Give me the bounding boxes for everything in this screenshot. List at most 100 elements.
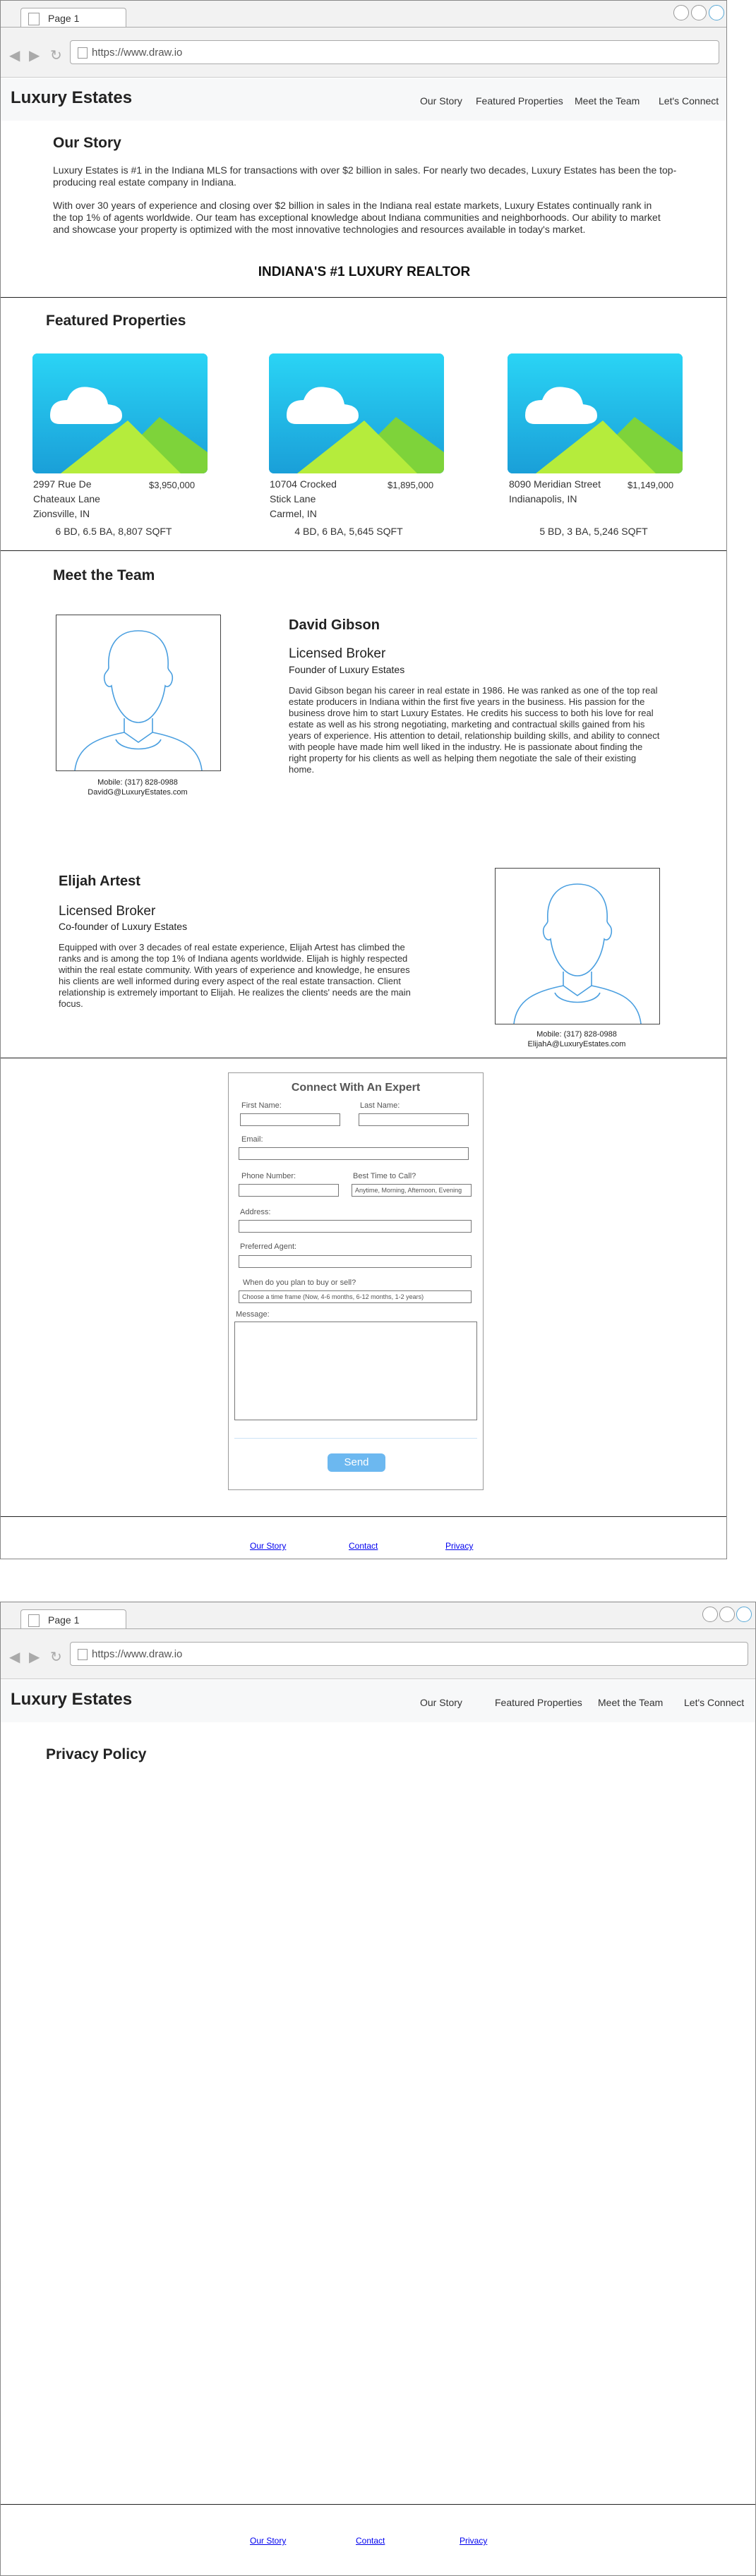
footer-link-contact[interactable]: Contact (349, 1541, 378, 1551)
site-logo[interactable]: Luxury Estates (11, 1690, 132, 1710)
url-text: https://www.draw.io (92, 1648, 183, 1660)
preferred-agent-input[interactable] (239, 1255, 472, 1268)
nav-featured-properties[interactable]: Featured Properties (495, 1697, 582, 1708)
image-placeholder-icon (269, 353, 444, 473)
member-1-mobile: Mobile: (317) 828-0988 (97, 778, 178, 787)
member-2-position: Co-founder of Luxury Estates (59, 921, 188, 932)
nav-lets-connect[interactable]: Let's Connect (659, 95, 719, 107)
minimize-icon[interactable] (702, 1607, 718, 1622)
property-3-price: $1,149,000 (628, 480, 674, 490)
close-icon[interactable] (736, 1607, 752, 1622)
send-button[interactable]: Send (328, 1453, 385, 1472)
featured-properties-title: Featured Properties (46, 313, 186, 329)
property-photo-3[interactable] (508, 353, 683, 473)
form-title: Connect With An Expert (291, 1082, 421, 1094)
refresh-icon[interactable]: ↻ (50, 47, 62, 64)
property-3-address-line2: Indianapolis, IN (509, 493, 577, 504)
email-input[interactable] (239, 1147, 469, 1160)
property-2-city: Carmel, IN (270, 508, 317, 519)
section-divider (1, 2504, 755, 2505)
last-name-label: Last Name: (360, 1101, 400, 1110)
close-icon[interactable] (709, 5, 724, 20)
page-icon (28, 13, 40, 25)
address-input[interactable] (239, 1220, 472, 1233)
member-2-name: Elijah Artest (59, 873, 140, 889)
phone-input[interactable] (239, 1184, 339, 1197)
member-2-mobile: Mobile: (317) 828-0988 (536, 1030, 617, 1039)
tab-strip-line (1, 27, 726, 28)
member-2-bio: Equipped with over 3 decades of real est… (59, 942, 411, 1009)
image-placeholder-icon (508, 353, 683, 473)
back-arrow-icon[interactable]: ◀ (9, 1648, 20, 1666)
maximize-icon[interactable] (719, 1607, 735, 1622)
property-2-address-line1: 10704 Crocked (270, 478, 337, 490)
property-1-details: 6 BD, 6.5 BA, 8,807 SQFT (55, 526, 172, 537)
nav-our-story[interactable]: Our Story (420, 1697, 462, 1708)
footer-link-privacy[interactable]: Privacy (460, 2536, 487, 2546)
property-photo-1[interactable] (32, 353, 208, 473)
address-bar[interactable]: https://www.draw.io (70, 40, 719, 64)
back-arrow-icon[interactable]: ◀ (9, 47, 20, 64)
footer-link-our-story[interactable]: Our Story (250, 1541, 286, 1551)
nav-our-story[interactable]: Our Story (420, 95, 462, 107)
site-navbar: Luxury Estates Our Story Featured Proper… (1, 78, 726, 121)
member-2-role: Licensed Broker (59, 904, 156, 919)
forward-arrow-icon[interactable]: ▶ (29, 1648, 40, 1666)
property-1-city: Zionsville, IN (33, 508, 90, 519)
contact-form: Connect With An Expert First Name: Last … (228, 1072, 484, 1490)
best-time-input[interactable]: Anytime, Morning, Afternoon, Evening (352, 1184, 472, 1197)
message-textarea[interactable] (234, 1322, 477, 1420)
nav-featured-properties[interactable]: Featured Properties (476, 95, 563, 107)
footer-link-contact[interactable]: Contact (356, 2536, 385, 2546)
plan-label: When do you plan to buy or sell? (243, 1278, 356, 1287)
time-frame-input[interactable]: Choose a time frame (Now, 4-6 months, 6-… (239, 1290, 472, 1303)
minimize-icon[interactable] (673, 5, 689, 20)
our-story-tagline: INDIANA'S #1 LUXURY REALTOR (258, 265, 471, 279)
forward-arrow-icon[interactable]: ▶ (29, 47, 40, 64)
section-divider (1, 297, 726, 298)
agent-label: Preferred Agent: (240, 1242, 297, 1251)
email-label: Email: (241, 1135, 263, 1144)
property-1-address-line1: 2997 Rue De (33, 478, 92, 490)
property-1-address-line2: Chateaux Lane (33, 493, 100, 504)
footer-link-our-story[interactable]: Our Story (250, 2536, 286, 2546)
nav-meet-the-team[interactable]: Meet the Team (575, 95, 640, 107)
best-time-label: Best Time to Call? (353, 1172, 416, 1180)
first-name-input[interactable] (240, 1113, 340, 1126)
refresh-icon[interactable]: ↻ (50, 1648, 62, 1666)
message-label: Message: (236, 1310, 270, 1319)
address-bar[interactable]: https://www.draw.io (70, 1642, 748, 1666)
property-photo-2[interactable] (269, 353, 444, 473)
site-logo[interactable]: Luxury Estates (11, 88, 132, 108)
property-1-price: $3,950,000 (149, 480, 196, 490)
maximize-icon[interactable] (691, 5, 707, 20)
address-label: Address: (240, 1208, 271, 1216)
browser-window-2: Page 1 ◀ ▶ ↻ https://www.draw.io Luxury … (0, 1602, 756, 2576)
browser-window-1: Page 1 ◀ ▶ ↻ https://www.draw.io Luxury … (0, 0, 727, 1559)
nav-meet-the-team[interactable]: Meet the Team (598, 1697, 663, 1708)
property-2-price: $1,895,000 (388, 480, 434, 490)
first-name-label: First Name: (241, 1101, 282, 1110)
privacy-policy-title: Privacy Policy (46, 1746, 147, 1762)
page-icon (78, 47, 88, 59)
tab-strip-line (1, 1628, 755, 1629)
property-2-address-line2: Stick Lane (270, 493, 316, 504)
member-1-email[interactable]: DavidG@LuxuryEstates.com (56, 788, 220, 797)
browser-chrome: Page 1 ◀ ▶ ↻ https://www.draw.io (1, 1, 726, 78)
browser-tab[interactable]: Page 1 (20, 8, 126, 28)
member-2-email[interactable]: ElijahA@LuxuryEstates.com (495, 1040, 659, 1048)
last-name-input[interactable] (359, 1113, 469, 1126)
footer-link-privacy[interactable]: Privacy (445, 1541, 473, 1551)
avatar (495, 868, 660, 1024)
nav-lets-connect[interactable]: Let's Connect (684, 1697, 744, 1708)
our-story-title: Our Story (53, 135, 121, 151)
member-1-name: David Gibson (289, 617, 380, 633)
section-divider (1, 1516, 726, 1517)
browser-tab[interactable]: Page 1 (20, 1609, 126, 1629)
property-3-details: 5 BD, 3 BA, 5,246 SQFT (539, 526, 648, 537)
our-story-paragraph-2: With over 30 years of experience and clo… (53, 200, 661, 235)
member-1-position: Founder of Luxury Estates (289, 664, 405, 675)
property-2-details: 4 BD, 6 BA, 5,645 SQFT (294, 526, 403, 537)
tab-label: Page 1 (48, 13, 80, 24)
url-text: https://www.draw.io (92, 47, 183, 59)
